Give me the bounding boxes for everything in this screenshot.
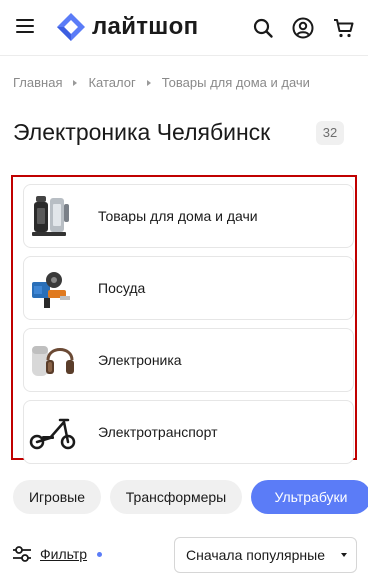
breadcrumb: Главная Каталог Товары для дома и дачи <box>13 75 310 90</box>
chip-gaming[interactable]: Игровые <box>13 480 101 514</box>
filter-icon <box>13 546 31 562</box>
chip-transformers[interactable]: Трансформеры <box>110 480 242 514</box>
category-label: Электроника <box>98 352 182 368</box>
breadcrumb-separator-icon <box>146 79 151 86</box>
page-title: Электроника Челябинск <box>13 119 271 145</box>
scooter-icon <box>29 418 76 450</box>
search-icon[interactable] <box>251 16 275 40</box>
category-card-dishes[interactable]: Посуда <box>23 256 354 320</box>
breadcrumb-catalog[interactable]: Каталог <box>88 75 135 90</box>
category-card-e-transport[interactable]: Электротранспорт <box>23 400 354 464</box>
logo-text: лайтшоп <box>92 13 199 40</box>
breadcrumb-home-goods[interactable]: Товары для дома и дачи <box>162 75 310 90</box>
category-card-home-goods[interactable]: Товары для дома и дачи <box>23 184 354 248</box>
product-count-badge: 32 <box>316 121 344 145</box>
category-list: Товары для дома и дачи Посуда Электроник… <box>11 175 357 464</box>
breadcrumb-separator-icon <box>73 79 78 86</box>
filter-label: Фильтр <box>40 546 88 562</box>
cart-icon[interactable] <box>332 16 356 40</box>
filter-active-dot <box>97 551 103 557</box>
menu-icon[interactable] <box>16 19 34 35</box>
headphones-speaker-icon <box>32 346 74 376</box>
logo-mark-icon <box>57 13 85 41</box>
category-label: Электротранспорт <box>98 424 218 440</box>
filter-button[interactable]: Фильтр <box>12 545 103 563</box>
tag-chips: Игровые Трансформеры Ультрабуки <box>13 480 368 514</box>
sort-selected-value: Сначала популярные <box>186 547 326 563</box>
user-icon[interactable] <box>291 16 315 40</box>
category-label: Посуда <box>98 280 146 296</box>
chevron-down-icon <box>341 553 347 557</box>
chip-ultrabooks[interactable]: Ультрабуки <box>251 480 368 514</box>
breadcrumb-home[interactable]: Главная <box>13 75 62 90</box>
category-card-electronics[interactable]: Электроника <box>23 328 354 392</box>
kettle-icon <box>32 196 69 236</box>
sort-select[interactable]: Сначала популярные <box>174 537 357 573</box>
grinder-icon <box>32 272 70 308</box>
site-header: лайтшоп <box>0 0 368 56</box>
logo[interactable]: лайтшоп <box>56 12 198 42</box>
category-label: Товары для дома и дачи <box>98 208 258 224</box>
